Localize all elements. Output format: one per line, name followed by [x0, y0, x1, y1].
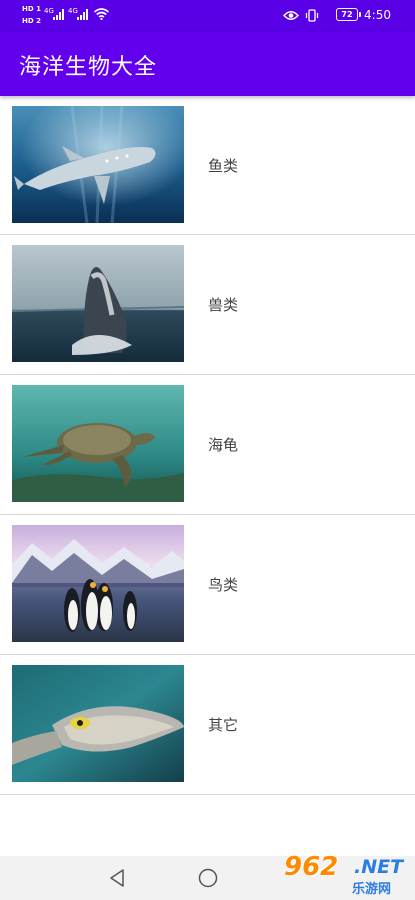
app-bar: 海洋生物大全 [0, 32, 415, 96]
status-right: 72 4:50 [271, 8, 391, 24]
status-bar: HD 1 HD 2 4G 4G 72 4:50 [0, 0, 415, 32]
list-item-label: 鸟类 [208, 576, 239, 594]
list-item-label: 鱼类 [208, 157, 239, 175]
wifi-icon [94, 8, 109, 20]
list-item-fish[interactable]: 鱼类 [0, 96, 415, 235]
whale-shark-image [12, 106, 184, 223]
watermark-subtitle: 乐游网 [352, 882, 392, 897]
list-item-turtle[interactable]: 海龟 [0, 375, 415, 515]
hd2-badge: HD 2 [22, 17, 41, 25]
watermark-suffix: .NET [354, 856, 404, 878]
vibrate-icon [305, 9, 319, 22]
eye-comfort-icon [283, 11, 299, 20]
cuttlefish-image [12, 665, 184, 782]
category-list: 鱼类 兽类 海龟 鸟类 其它 [0, 96, 415, 795]
hd1-badge: HD 1 [22, 5, 41, 13]
list-item-label: 兽类 [208, 296, 239, 314]
list-item-mammals[interactable]: 兽类 [0, 235, 415, 375]
list-item-label: 海龟 [208, 436, 239, 454]
penguins-image [12, 525, 184, 642]
watermark-logo: 962 .NET 乐游网 [276, 852, 411, 898]
signal-1-icon [53, 9, 65, 20]
home-icon[interactable] [198, 868, 218, 888]
watermark-number: 962 [284, 852, 339, 882]
sea-turtle-image [12, 385, 184, 502]
list-item-label: 其它 [208, 716, 239, 734]
page-title: 海洋生物大全 [19, 55, 158, 80]
list-item-others[interactable]: 其它 [0, 655, 415, 795]
battery-indicator: 72 [336, 8, 361, 21]
clock: 4:50 [364, 8, 391, 22]
signal-2-icon [77, 9, 89, 20]
back-icon[interactable] [108, 868, 128, 888]
humpback-whale-image [12, 245, 184, 362]
status-left: HD 1 HD 2 4G 4G [22, 5, 112, 29]
list-item-birds[interactable]: 鸟类 [0, 515, 415, 655]
